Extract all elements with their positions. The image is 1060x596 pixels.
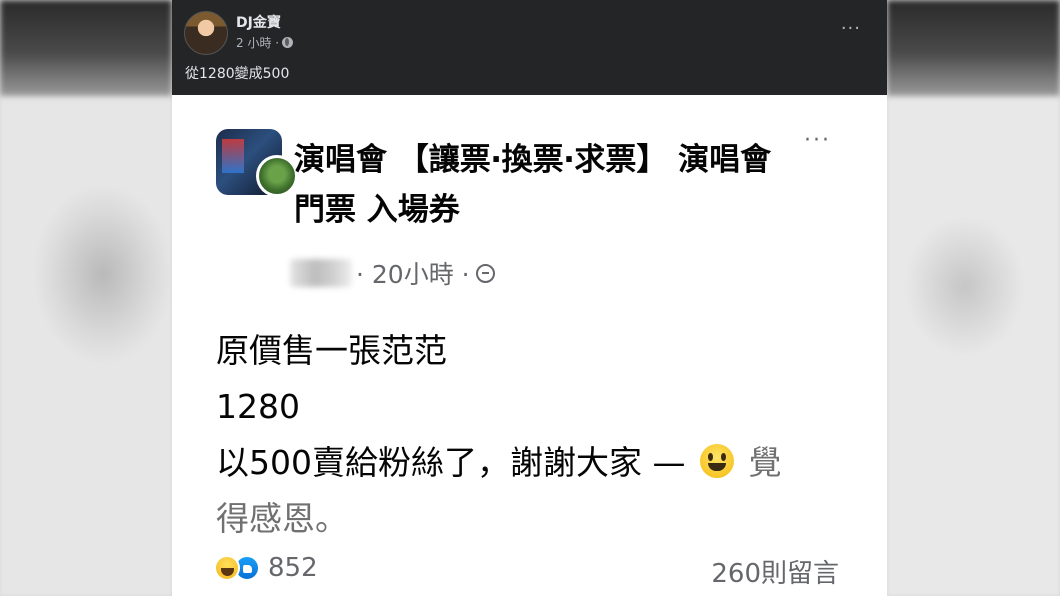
group-name[interactable]: 演唱會 【讓票‧換票‧求票】 演唱會 門票 入場券 [294, 135, 799, 235]
poster-name-blurred[interactable] [290, 259, 352, 287]
shared-post-meta: · 20小時 · [290, 255, 495, 291]
reactions-summary[interactable]: 852 [214, 553, 318, 583]
body-line-4: 得感恩。 [216, 499, 348, 538]
author-name[interactable]: DJ金寶 [236, 12, 281, 32]
group-privacy-icon [475, 263, 495, 283]
body-line-3: 以500賣給粉絲了，謝謝大家 — 覺 [216, 435, 856, 491]
body-line-3-suffix: 覺 [748, 443, 782, 482]
post-body: 原價售一張范范 1280 以500賣給粉絲了，謝謝大家 — 覺 得感恩。 [216, 323, 856, 547]
post-caption: 從1280變成500 [185, 66, 290, 82]
body-line-2: 1280 [216, 387, 300, 426]
shared-post-card: 演唱會 【讓票‧換票‧求票】 演唱會 門票 入場券 ··· · 20小時 · 原… [172, 95, 887, 596]
post-header: DJ金寶 2 小時 · ··· 從1280變成500 [172, 0, 887, 95]
post-time[interactable]: 2 小時 · [236, 34, 279, 51]
background-top-left [0, 0, 172, 96]
background-top-right [887, 0, 1060, 96]
grinning-face-icon [699, 444, 734, 478]
body-line-3-text: 以500賣給粉絲了，謝謝大家 — [216, 443, 686, 482]
haha-icon [214, 555, 240, 581]
more-options-button[interactable]: ··· [841, 18, 861, 39]
comment-count[interactable]: 260則留言 [711, 553, 839, 590]
shared-post-more-button[interactable]: ··· [804, 128, 831, 153]
shared-post-time[interactable]: · 20小時 · [356, 255, 470, 291]
group-avatar-graphic [222, 139, 244, 173]
poster-avatar[interactable] [256, 155, 298, 197]
reaction-count: 852 [268, 553, 318, 583]
globe-icon [282, 37, 294, 48]
body-line-1: 原價售一張范范 [216, 331, 447, 370]
author-avatar[interactable] [184, 11, 228, 55]
post-meta: 2 小時 · [236, 34, 294, 51]
